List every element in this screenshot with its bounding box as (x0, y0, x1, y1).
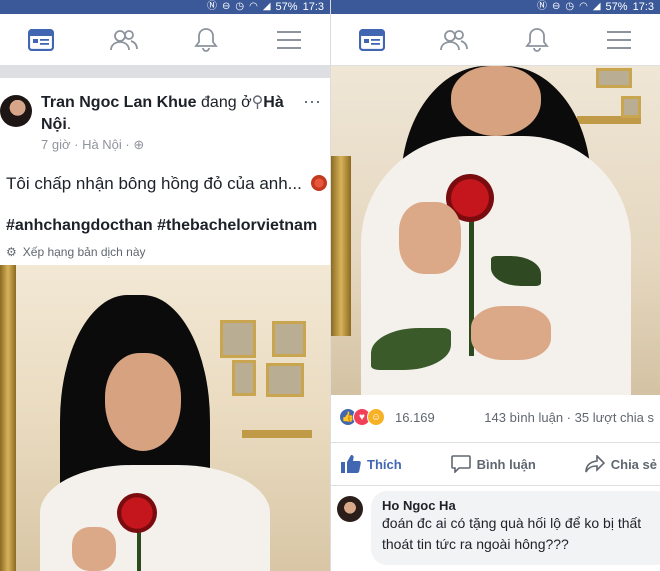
menu-tab[interactable] (269, 20, 309, 60)
battery-percent: 57% (605, 1, 628, 13)
alarm-icon: ◷ (235, 1, 245, 12)
top-nav (331, 14, 660, 66)
reactions-count: 16.169 (395, 409, 435, 425)
wall-picture (232, 360, 256, 396)
top-nav (0, 14, 330, 66)
hand (399, 202, 461, 274)
share-button[interactable]: Chia sẻ (584, 455, 657, 473)
face (451, 66, 541, 136)
notifications-tab[interactable] (517, 20, 557, 60)
clock: 17:3 (302, 1, 324, 13)
reactions-summary[interactable]: 👍 ♥ ☺ 16.169 (339, 408, 435, 426)
post-text: Tôi chấp nhận bông hồng đỏ của anh... (6, 174, 327, 194)
hand (72, 527, 116, 571)
wall-picture (621, 96, 641, 118)
face (105, 353, 181, 451)
bell-icon (194, 27, 219, 52)
haha-reaction-icon: ☺ (367, 408, 385, 426)
bell-icon (524, 27, 549, 52)
wall-picture (596, 68, 632, 88)
wall-picture (272, 321, 306, 357)
feed-separator (0, 66, 330, 78)
news-feed-tab[interactable] (21, 20, 61, 60)
friends-tab[interactable] (104, 20, 144, 60)
shares-count[interactable]: 35 lượt chia s (575, 410, 654, 425)
like-button[interactable]: Thích (341, 455, 402, 473)
post-actions-bar: Thích Bình luận Chia sẻ (331, 442, 660, 486)
post-photo[interactable] (331, 66, 660, 395)
hand (471, 306, 551, 360)
wall-picture (266, 363, 304, 397)
hamburger-menu-icon (606, 30, 631, 49)
post-time[interactable]: 7 giờ (41, 137, 71, 152)
do-not-disturb-icon: ⊖ (551, 1, 561, 12)
rose-emoji-icon (310, 175, 327, 191)
do-not-disturb-icon: ⊖ (221, 1, 231, 12)
comment-bubble: Ho Ngoc Ha đoán đc ai có tặng quà hối lộ… (371, 491, 660, 565)
share-arrow-icon (584, 455, 605, 473)
comment-button[interactable]: Bình luận (450, 455, 536, 473)
location-pin-icon: ⚲ (251, 94, 264, 111)
news-feed-tab[interactable] (352, 20, 392, 60)
gold-mirror-frame (331, 156, 351, 336)
alarm-icon: ◷ (565, 1, 575, 12)
gear-icon: ⚙ (6, 245, 17, 259)
gold-mirror-frame (0, 265, 16, 571)
right-screenshot: Ⓝ ⊖ ◷ ◠ ◢ 57% 17:3 👍 ♥ ☺ 16.169 143 bình… (330, 0, 660, 571)
news-feed-icon (359, 28, 386, 51)
comment-text: đoán đc ai có tặng quà hối lộ để ko bị t… (382, 515, 642, 552)
comment-bubble-icon (450, 455, 471, 473)
notifications-tab[interactable] (186, 20, 226, 60)
post-hashtags[interactable]: #anhchangdocthan #thebachelorvietnam (6, 217, 317, 235)
wall-picture (220, 320, 256, 358)
friends-tab[interactable] (434, 20, 474, 60)
signal-icon: ◢ (262, 1, 271, 12)
post-photo[interactable] (0, 265, 330, 571)
left-screenshot: Ⓝ ⊖ ◷ ◠ ◢ 57% 17:3 Tran Ngoc Lan Khue đa… (0, 0, 330, 571)
friends-icon (109, 29, 138, 50)
wifi-icon: ◠ (579, 1, 588, 12)
location-prefix: đang ở (201, 94, 252, 111)
signal-icon: ◢ (592, 1, 601, 12)
commenter-avatar[interactable] (337, 496, 363, 522)
wifi-icon: ◠ (249, 1, 258, 12)
author-avatar[interactable] (0, 95, 32, 127)
nfc-icon: Ⓝ (206, 1, 217, 12)
friends-icon (440, 29, 469, 50)
rate-translation-link[interactable]: ⚙ Xếp hạng bản dịch này (6, 245, 146, 259)
battery-percent: 57% (275, 1, 298, 13)
commenter-name[interactable]: Ho Ngoc Ha (382, 498, 660, 513)
author-name[interactable]: Tran Ngoc Lan Khue (41, 94, 197, 111)
status-bar: Ⓝ ⊖ ◷ ◠ ◢ 57% 17:3 (0, 0, 330, 14)
engagement-counts: 143 bình luận · 35 lượt chia s (484, 410, 654, 425)
status-bar: Ⓝ ⊖ ◷ ◠ ◢ 57% 17:3 (331, 0, 660, 14)
post-meta: 7 giờ · Hà Nội · ⊕ (41, 137, 145, 152)
nfc-icon: Ⓝ (536, 1, 547, 12)
news-feed-icon (28, 28, 55, 51)
red-rose (117, 493, 157, 533)
menu-tab[interactable] (599, 20, 639, 60)
console-table (242, 430, 312, 438)
hamburger-menu-icon (276, 30, 301, 49)
comments-count[interactable]: 143 bình luận (484, 410, 563, 425)
post-place: Hà Nội (82, 137, 122, 152)
thumbs-up-icon (341, 455, 361, 473)
clock: 17:3 (632, 1, 654, 13)
globe-icon: ⊕ (133, 137, 145, 152)
post-header-line: Tran Ngoc Lan Khue đang ở⚲Hà Nội. (41, 94, 284, 133)
post-options-button[interactable]: ⋯ (303, 92, 322, 113)
